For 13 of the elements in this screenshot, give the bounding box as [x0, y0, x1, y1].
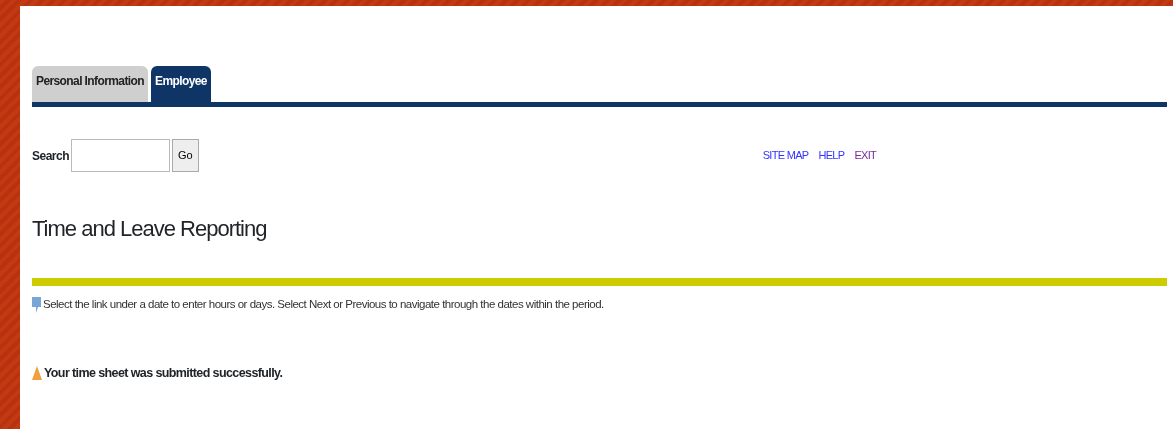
search-label: Search: [32, 147, 70, 165]
tab[interactable]: Personal Information: [32, 66, 149, 102]
tab[interactable]: Employee: [151, 66, 211, 102]
header-link[interactable]: SITE MAP: [762, 147, 809, 164]
note-icon: [32, 297, 41, 313]
instruction-text: Select the link under a date to enter hours or days. Select Next or Previous to navigate through the dates within the period.: [43, 297, 604, 313]
status-message: Your time sheet was submitted successfully.: [44, 364, 283, 382]
go-button[interactable]: Go: [172, 139, 199, 172]
warning-icon: [32, 366, 42, 380]
page-title: Time and Leave Reporting: [32, 216, 268, 243]
header-link[interactable]: HELP: [818, 147, 845, 164]
header-link[interactable]: EXIT: [854, 147, 877, 164]
search-field[interactable]: [71, 139, 171, 172]
